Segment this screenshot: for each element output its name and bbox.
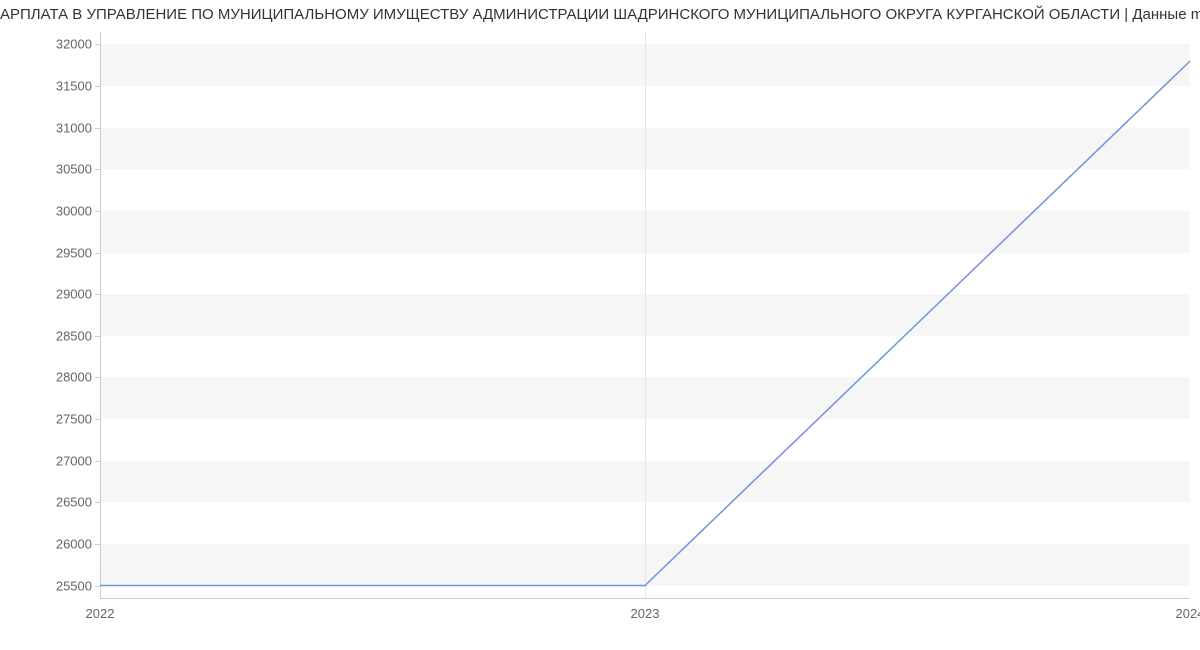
- y-tick-label: 32000: [56, 37, 92, 52]
- plot-area: 2550026000265002700027500280002850029000…: [100, 32, 1190, 598]
- x-tick-label: 2022: [86, 606, 115, 621]
- y-tick-label: 30500: [56, 162, 92, 177]
- x-tick-label: 2023: [631, 606, 660, 621]
- y-tick-label: 29500: [56, 245, 92, 260]
- series-line: [100, 61, 1190, 585]
- chart-title: АРПЛАТА В УПРАВЛЕНИЕ ПО МУНИЦИПАЛЬНОМУ И…: [0, 6, 1200, 23]
- y-tick-label: 25500: [56, 578, 92, 593]
- y-tick-label: 30000: [56, 203, 92, 218]
- y-tick-label: 31500: [56, 79, 92, 94]
- x-tick-label: 2024: [1176, 606, 1200, 621]
- y-tick-label: 28500: [56, 328, 92, 343]
- y-tick-label: 28000: [56, 370, 92, 385]
- series-svg: [100, 32, 1190, 598]
- x-axis-line: [100, 598, 1190, 599]
- y-tick-label: 29000: [56, 287, 92, 302]
- y-tick-label: 27000: [56, 453, 92, 468]
- y-tick-label: 27500: [56, 412, 92, 427]
- y-tick-label: 26000: [56, 536, 92, 551]
- y-tick-label: 26500: [56, 495, 92, 510]
- y-tick-label: 31000: [56, 120, 92, 135]
